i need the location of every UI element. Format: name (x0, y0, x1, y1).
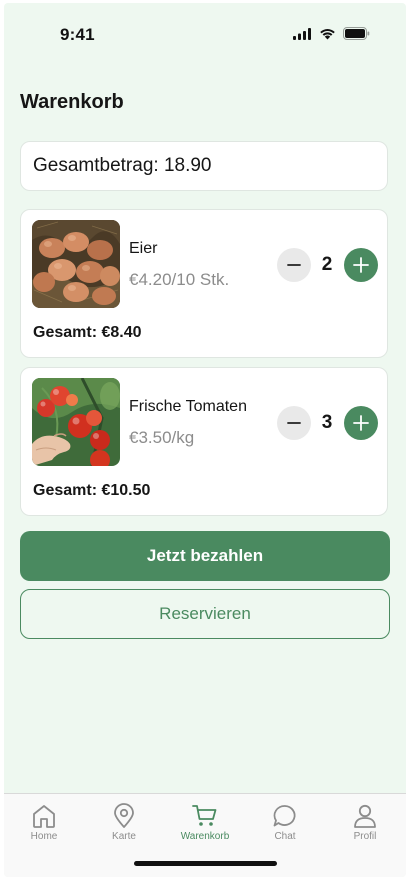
quantity-value: 3 (321, 412, 333, 433)
minus-icon (287, 264, 301, 266)
tomatoes-photo (32, 378, 120, 466)
app-screen: 9:41 Warenkorb Gesamtbetrag: 18.90 Eier … (4, 3, 406, 877)
cart-item-tomatoes: Frische Tomaten €3.50/kg 3 Gesamt: €10.5… (20, 367, 388, 516)
status-bar: 9:41 (4, 3, 406, 67)
tab-label: Karte (112, 831, 136, 842)
tab-profil[interactable]: Profil (325, 802, 405, 842)
page-title: Warenkorb (20, 91, 124, 113)
tab-label: Profil (353, 831, 377, 842)
cellular-signal-icon (293, 27, 311, 40)
tab-karte[interactable]: Karte (84, 802, 164, 842)
home-indicator (134, 861, 277, 866)
item-unit-price: €3.50/kg (129, 428, 195, 447)
status-time: 9:41 (60, 25, 95, 44)
item-line-total: Gesamt: €10.50 (33, 482, 151, 499)
tab-label: Warenkorb (180, 831, 230, 842)
cart-icon (192, 805, 217, 826)
plus-icon (353, 415, 369, 431)
tab-chat[interactable]: Chat (245, 802, 325, 842)
increase-quantity-button[interactable] (344, 406, 378, 440)
tab-label: Chat (274, 831, 296, 842)
eggs-photo (32, 220, 120, 308)
reserve-button[interactable]: Reservieren (20, 589, 390, 639)
total-amount-card: Gesamtbetrag: 18.90 (20, 141, 388, 191)
item-unit-price: €4.20/10 Stk. (129, 270, 230, 289)
status-icons (293, 27, 370, 40)
plus-icon (353, 257, 369, 273)
item-line-total: Gesamt: €8.40 (33, 324, 142, 341)
tab-home[interactable]: Home (4, 802, 84, 842)
increase-quantity-button[interactable] (344, 248, 378, 282)
battery-icon (343, 27, 370, 40)
map-pin-icon (114, 803, 134, 828)
wifi-icon (320, 28, 335, 39)
chat-bubble-icon (273, 805, 296, 827)
tab-warenkorb[interactable]: Warenkorb (165, 802, 245, 842)
decrease-quantity-button[interactable] (277, 248, 311, 282)
user-icon (354, 804, 376, 828)
minus-icon (287, 422, 301, 424)
decrease-quantity-button[interactable] (277, 406, 311, 440)
tab-label: Home (30, 831, 58, 842)
quantity-value: 2 (321, 254, 333, 275)
home-icon (33, 805, 55, 828)
total-amount-text: Gesamtbetrag: 18.90 (33, 155, 212, 176)
pay-now-button[interactable]: Jetzt bezahlen (20, 531, 390, 581)
item-name: Eier (129, 240, 158, 257)
item-name: Frische Tomaten (129, 398, 247, 415)
cart-item-eggs: Eier €4.20/10 Stk. 2 Gesamt: €8.40 (20, 209, 388, 358)
